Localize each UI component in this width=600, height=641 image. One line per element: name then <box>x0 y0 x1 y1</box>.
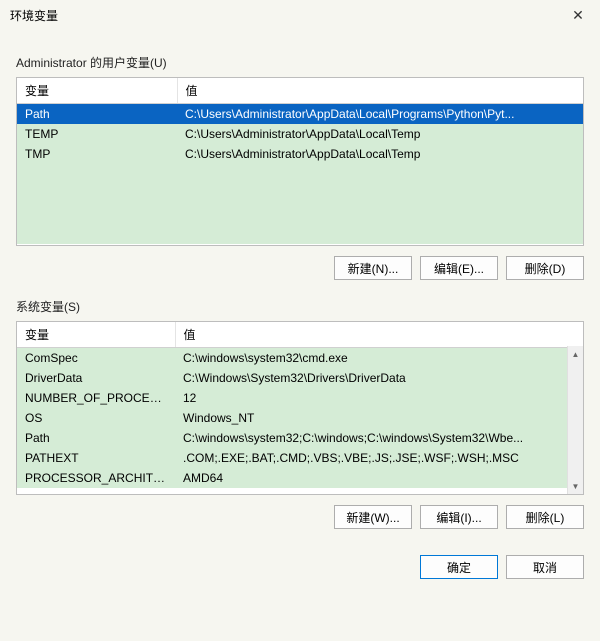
scroll-up-icon[interactable]: ▲ <box>568 346 583 362</box>
close-icon: ✕ <box>572 7 584 24</box>
cell-name: OS <box>17 408 175 428</box>
ok-button[interactable]: 确定 <box>420 555 498 579</box>
table-row[interactable]: Path C:\windows\system32;C:\windows;C:\w… <box>17 428 567 448</box>
system-vars-group: 系统变量(S) 变量 值 ComSpec C:\windows\system32 <box>16 298 584 529</box>
cell-name: PATHEXT <box>17 448 175 468</box>
cell-value: C:\Users\Administrator\AppData\Local\Pro… <box>177 104 583 125</box>
user-edit-button[interactable]: 编辑(E)... <box>420 256 498 280</box>
table-row[interactable]: TMP C:\Users\Administrator\AppData\Local… <box>17 144 583 164</box>
cell-name: DriverData <box>17 368 175 388</box>
dialog-footer: 确定 取消 <box>0 541 600 593</box>
table-row[interactable]: PROCESSOR_ARCHITECT... AMD64 <box>17 468 567 488</box>
table-row[interactable]: PATHEXT .COM;.EXE;.BAT;.CMD;.VBS;.VBE;.J… <box>17 448 567 468</box>
user-vars-table-scroll[interactable]: 变量 值 Path C:\Users\Administrator\AppData… <box>17 78 583 245</box>
cell-value: Windows_NT <box>175 408 567 428</box>
cell-name: TMP <box>17 144 177 164</box>
cell-value: C:\windows\system32\cmd.exe <box>175 348 567 369</box>
system-edit-button[interactable]: 编辑(I)... <box>420 505 498 529</box>
system-vars-table-frame: 变量 值 ComSpec C:\windows\system32\cmd.exe… <box>16 321 584 495</box>
system-vars-buttons: 新建(W)... 编辑(I)... 删除(L) <box>16 505 584 529</box>
sys-col-name[interactable]: 变量 <box>17 322 175 348</box>
cell-value: 12 <box>175 388 567 408</box>
system-vars-table: 变量 值 ComSpec C:\windows\system32\cmd.exe… <box>17 322 567 488</box>
table-row[interactable]: NUMBER_OF_PROCESSORS 12 <box>17 388 567 408</box>
system-vars-label: 系统变量(S) <box>16 298 584 315</box>
cell-name: ComSpec <box>17 348 175 369</box>
user-vars-label: Administrator 的用户变量(U) <box>16 54 584 71</box>
user-vars-table-frame: 变量 值 Path C:\Users\Administrator\AppData… <box>16 77 584 246</box>
scroll-down-icon[interactable]: ▼ <box>568 478 583 494</box>
titlebar: 环境变量 ✕ <box>0 0 600 30</box>
user-new-button[interactable]: 新建(N)... <box>334 256 412 280</box>
cell-value: AMD64 <box>175 468 567 488</box>
system-vars-table-scroll[interactable]: 变量 值 ComSpec C:\windows\system32\cmd.exe… <box>17 322 567 494</box>
table-row[interactable]: ComSpec C:\windows\system32\cmd.exe <box>17 348 567 369</box>
cell-value: .COM;.EXE;.BAT;.CMD;.VBS;.VBE;.JS;.JSE;.… <box>175 448 567 468</box>
dialog-content: Administrator 的用户变量(U) 变量 值 Path C:\User <box>0 30 600 541</box>
window-title: 环境变量 <box>10 7 58 24</box>
system-new-button[interactable]: 新建(W)... <box>334 505 412 529</box>
user-delete-button[interactable]: 删除(D) <box>506 256 584 280</box>
user-vars-table: 变量 值 Path C:\Users\Administrator\AppData… <box>17 78 583 244</box>
sys-col-value[interactable]: 值 <box>175 322 567 348</box>
cancel-button[interactable]: 取消 <box>506 555 584 579</box>
cell-value: C:\Windows\System32\Drivers\DriverData <box>175 368 567 388</box>
user-vars-group: Administrator 的用户变量(U) 变量 值 Path C:\User <box>16 54 584 280</box>
close-button[interactable]: ✕ <box>556 0 600 30</box>
cell-value: C:\Users\Administrator\AppData\Local\Tem… <box>177 144 583 164</box>
cell-value: C:\Users\Administrator\AppData\Local\Tem… <box>177 124 583 144</box>
table-row[interactable]: OS Windows_NT <box>17 408 567 428</box>
cell-name: PROCESSOR_ARCHITECT... <box>17 468 175 488</box>
table-row[interactable]: TEMP C:\Users\Administrator\AppData\Loca… <box>17 124 583 144</box>
user-col-value[interactable]: 值 <box>177 78 583 104</box>
table-row[interactable]: Path C:\Users\Administrator\AppData\Loca… <box>17 104 583 125</box>
cell-name: Path <box>17 428 175 448</box>
system-vars-scrollbar[interactable]: ▲ ▼ <box>567 346 583 494</box>
user-vars-buttons: 新建(N)... 编辑(E)... 删除(D) <box>16 256 584 280</box>
cell-name: NUMBER_OF_PROCESSORS <box>17 388 175 408</box>
table-row[interactable]: DriverData C:\Windows\System32\Drivers\D… <box>17 368 567 388</box>
cell-name: Path <box>17 104 177 125</box>
system-delete-button[interactable]: 删除(L) <box>506 505 584 529</box>
cell-value: C:\windows\system32;C:\windows;C:\window… <box>175 428 567 448</box>
user-col-name[interactable]: 变量 <box>17 78 177 104</box>
cell-name: TEMP <box>17 124 177 144</box>
